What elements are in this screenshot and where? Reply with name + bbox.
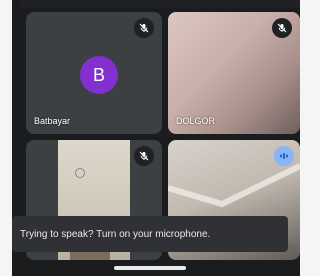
video-detail bbox=[75, 168, 85, 178]
participant-tile-dolgor[interactable]: DOLGOR bbox=[168, 12, 300, 134]
audio-wave-icon bbox=[274, 146, 294, 166]
microphone-toast[interactable]: Trying to speak? Turn on your microphone… bbox=[12, 216, 288, 252]
participant-name: Batbayar bbox=[34, 116, 71, 126]
home-indicator[interactable] bbox=[114, 266, 186, 270]
avatar: B bbox=[80, 56, 118, 94]
mic-off-icon bbox=[134, 18, 154, 38]
mic-off-icon bbox=[134, 146, 154, 166]
top-strip bbox=[20, 0, 300, 8]
toast-message: Trying to speak? Turn on your microphone… bbox=[20, 228, 211, 240]
mic-off-icon bbox=[272, 18, 292, 38]
participant-tile-batbayar[interactable]: B Batbayar bbox=[26, 12, 162, 134]
participant-name: DOLGOR bbox=[176, 116, 216, 126]
